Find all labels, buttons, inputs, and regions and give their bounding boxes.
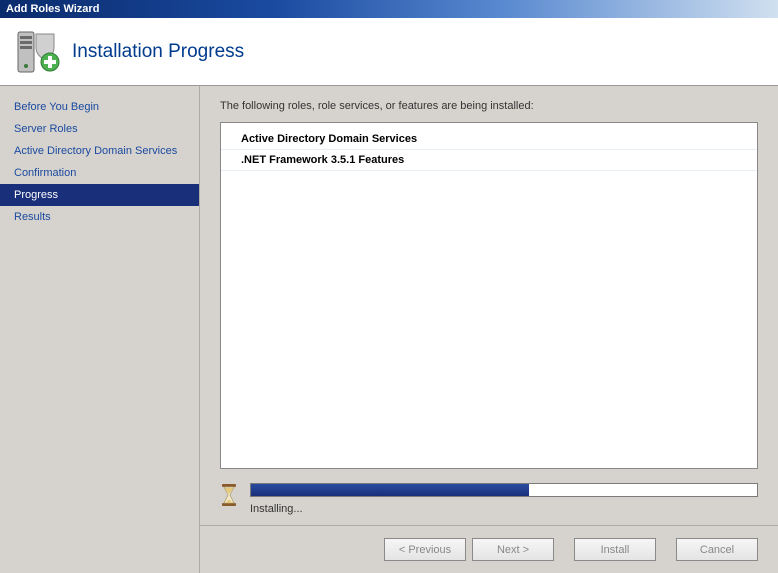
progress-bar	[250, 483, 758, 497]
install-item: Active Directory Domain Services	[221, 129, 757, 150]
window-title: Add Roles Wizard	[6, 3, 99, 15]
page-title: Installation Progress	[72, 41, 244, 63]
sidebar-item-progress[interactable]: Progress	[0, 184, 199, 206]
progress-row: Installing...	[220, 483, 758, 515]
progress-bar-fill	[251, 484, 529, 496]
server-role-icon	[10, 26, 62, 78]
sidebar-item-confirmation[interactable]: Confirmation	[0, 162, 199, 184]
wizard-sidebar: Before You Begin Server Roles Active Dir…	[0, 86, 200, 573]
install-list: Active Directory Domain Services .NET Fr…	[220, 122, 758, 469]
sidebar-item-ad-domain-services[interactable]: Active Directory Domain Services	[0, 140, 199, 162]
install-item: .NET Framework 3.5.1 Features	[221, 150, 757, 171]
sidebar-item-before-you-begin[interactable]: Before You Begin	[0, 96, 199, 118]
cancel-button[interactable]: Cancel	[676, 538, 758, 561]
previous-button[interactable]: < Previous	[384, 538, 466, 561]
intro-text: The following roles, role services, or f…	[220, 100, 758, 112]
hourglass-icon	[220, 483, 238, 507]
sidebar-item-server-roles[interactable]: Server Roles	[0, 118, 199, 140]
progress-status: Installing...	[250, 503, 758, 515]
wizard-main: The following roles, role services, or f…	[200, 86, 778, 573]
install-button[interactable]: Install	[574, 538, 656, 561]
content-area: The following roles, role services, or f…	[200, 86, 778, 525]
next-button[interactable]: Next >	[472, 538, 554, 561]
sidebar-item-results[interactable]: Results	[0, 206, 199, 228]
progress-column: Installing...	[250, 483, 758, 515]
wizard-header: Installation Progress	[0, 18, 778, 86]
wizard-footer: < Previous Next > Install Cancel	[200, 525, 778, 573]
window-titlebar: Add Roles Wizard	[0, 0, 778, 18]
wizard-body: Before You Begin Server Roles Active Dir…	[0, 86, 778, 573]
